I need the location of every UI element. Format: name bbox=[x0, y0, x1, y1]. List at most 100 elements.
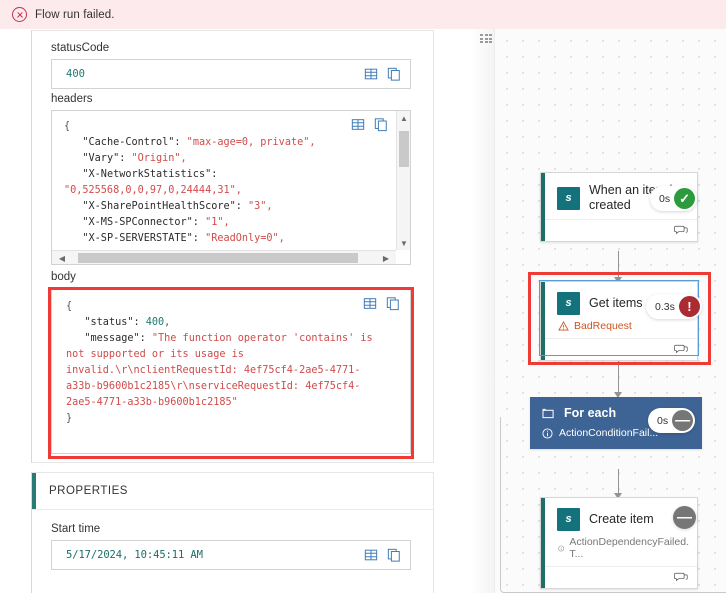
status-badge-when-an-item-is-created: 0s ✓ bbox=[650, 186, 698, 211]
sharepoint-icon-letter: s bbox=[565, 297, 572, 309]
node-duration: 0s bbox=[659, 192, 671, 205]
skipped-minus-icon: — bbox=[672, 410, 694, 431]
body-json: { "status": 400, "message": "The functio… bbox=[52, 289, 410, 431]
table-view-icon[interactable] bbox=[364, 548, 378, 563]
sharepoint-icon: s bbox=[557, 186, 580, 210]
body-status-comma: , bbox=[164, 317, 171, 328]
body-actions bbox=[363, 296, 400, 311]
status-badge-for-each: 0s — bbox=[648, 408, 696, 433]
status-code-field: statusCode 400 bbox=[51, 42, 411, 89]
health-score-value: "3", bbox=[241, 201, 273, 212]
status-badge-create-item: — bbox=[673, 506, 696, 529]
copy-icon[interactable] bbox=[374, 117, 388, 132]
body-code-box[interactable]: { "status": 400, "message": "The functio… bbox=[51, 288, 411, 454]
start-time-label: Start time bbox=[51, 523, 101, 535]
scroll-up-arrow-icon[interactable]: ▲ bbox=[397, 111, 410, 125]
cache-control-value: "max-age=0, private", bbox=[180, 137, 316, 148]
headers-horizontal-scrollbar[interactable]: ◀ ▶ bbox=[52, 250, 396, 264]
node-subtitle-text: BadRequest bbox=[574, 320, 632, 332]
skipped-minus-icon: — bbox=[677, 509, 692, 526]
table-view-icon[interactable] bbox=[363, 296, 377, 311]
body-message-value: "The function operator 'contains' is not… bbox=[66, 333, 379, 408]
error-exclamation-icon: ! bbox=[678, 296, 700, 317]
status-code-label: statusCode bbox=[51, 42, 110, 54]
headers-label: headers bbox=[51, 93, 93, 105]
vary-value: "Origin", bbox=[125, 153, 187, 164]
copy-icon[interactable] bbox=[386, 296, 400, 311]
body-field: body { "status": 400, "message": "The fu… bbox=[51, 271, 411, 454]
headers-code-box[interactable]: { "Cache-Control": "max-age=0, private",… bbox=[51, 110, 411, 265]
node-subtitle-text: ActionConditionFail... bbox=[559, 427, 659, 439]
node-subtitle-text: ActionDependencyFailed. T... bbox=[569, 536, 689, 560]
node-duration: 0s bbox=[657, 414, 669, 427]
flow-run-failed-banner: Flow run failed. bbox=[0, 0, 726, 29]
horizontal-scroll-thumb[interactable] bbox=[78, 253, 358, 263]
server-state-key: "X-SP-SERVERSTATE": bbox=[82, 233, 199, 244]
node-accent-bar bbox=[541, 498, 545, 588]
start-time-field: Start time 5/17/2024, 10:45:11 AM bbox=[51, 523, 411, 570]
node-title: Get items bbox=[589, 296, 643, 310]
banner-message: Flow run failed. bbox=[35, 8, 115, 21]
headers-json: { "Cache-Control": "max-age=0, private",… bbox=[64, 121, 316, 244]
vary-key: "Vary": bbox=[82, 153, 126, 164]
comment-icon[interactable] bbox=[674, 344, 688, 355]
connector-getitems-to-foreach bbox=[618, 356, 619, 396]
node-footer bbox=[541, 566, 697, 588]
sharepoint-icon-letter: s bbox=[565, 191, 572, 204]
sharepoint-icon: s bbox=[557, 508, 580, 531]
node-title: For each bbox=[564, 406, 617, 420]
node-subtitle: ActionDependencyFailed. T... bbox=[557, 536, 689, 560]
node-header-row: s Create item bbox=[557, 508, 689, 531]
info-circle-icon bbox=[542, 427, 553, 439]
cache-control-key: "Cache-Control": bbox=[82, 137, 181, 148]
start-time-value-box[interactable]: 5/17/2024, 10:45:11 AM bbox=[51, 540, 411, 570]
success-check-icon: ✓ bbox=[674, 188, 696, 209]
body-message-key: "message": bbox=[84, 333, 146, 344]
flow-canvas-pane: s When an item is created 0s ✓ s Get ite… bbox=[470, 29, 726, 593]
copy-icon[interactable] bbox=[387, 548, 401, 563]
scroll-right-arrow-icon[interactable]: ▶ bbox=[378, 251, 394, 264]
body-status-value: 400 bbox=[145, 317, 165, 328]
scroll-down-arrow-icon[interactable]: ▼ bbox=[397, 236, 410, 250]
node-footer bbox=[541, 338, 697, 360]
table-view-icon[interactable] bbox=[364, 67, 378, 82]
node-subtitle: BadRequest bbox=[557, 320, 689, 332]
sp-connector-value: "1", bbox=[198, 217, 230, 228]
properties-title: PROPERTIES bbox=[49, 485, 128, 497]
status-badge-get-items: 0.3s ! bbox=[646, 294, 702, 319]
outputs-card: statusCode 400 headers {"Cache-Control"… bbox=[31, 30, 434, 463]
info-circle-icon bbox=[558, 545, 565, 551]
node-accent-bar bbox=[541, 282, 545, 360]
properties-card: PROPERTIES Start time 5/17/2024, 10:45:1… bbox=[31, 472, 434, 593]
canvas-gutter bbox=[470, 29, 495, 593]
network-statistics-key: "X-NetworkStatistics": bbox=[82, 169, 218, 180]
properties-header: PROPERTIES bbox=[32, 473, 433, 510]
error-circle-x-icon bbox=[12, 7, 27, 22]
status-code-value-box[interactable]: 400 bbox=[51, 59, 411, 89]
flow-node-get-items[interactable]: s Get items BadRequest bbox=[540, 281, 698, 361]
status-code-actions bbox=[364, 67, 401, 82]
sharepoint-icon-letter: s bbox=[565, 513, 572, 525]
body-close-brace: } bbox=[66, 413, 73, 424]
comment-icon[interactable] bbox=[674, 225, 688, 236]
run-details-pane: statusCode 400 headers {"Cache-Control"… bbox=[0, 29, 470, 593]
body-status-key: "status": bbox=[84, 317, 140, 328]
node-duration: 0.3s bbox=[655, 300, 675, 313]
headers-field: headers { "Cache-Control": "max-age=0, p… bbox=[51, 93, 411, 265]
network-statistics-value: "0,525568,0,0,97,0,24444,31", bbox=[64, 185, 242, 196]
status-code-value: 400 bbox=[66, 68, 85, 80]
start-time-value: 5/17/2024, 10:45:11 AM bbox=[66, 549, 203, 561]
node-title: Create item bbox=[589, 512, 654, 526]
vertical-scroll-thumb[interactable] bbox=[399, 131, 409, 167]
node-body: s Create item ActionDependencyFailed. T.… bbox=[541, 498, 697, 566]
start-time-actions bbox=[364, 548, 401, 563]
sharepoint-icon: s bbox=[557, 292, 580, 315]
table-view-icon[interactable] bbox=[351, 117, 365, 132]
drag-grip-icon[interactable] bbox=[480, 34, 494, 44]
comment-icon[interactable] bbox=[674, 572, 688, 583]
headers-vertical-scrollbar[interactable]: ▲ ▼ bbox=[396, 111, 410, 250]
scroll-left-arrow-icon[interactable]: ◀ bbox=[54, 251, 70, 264]
copy-icon[interactable] bbox=[387, 67, 401, 82]
warning-triangle-icon bbox=[558, 321, 569, 331]
health-score-key: "X-SharePointHealthScore": bbox=[82, 201, 242, 212]
